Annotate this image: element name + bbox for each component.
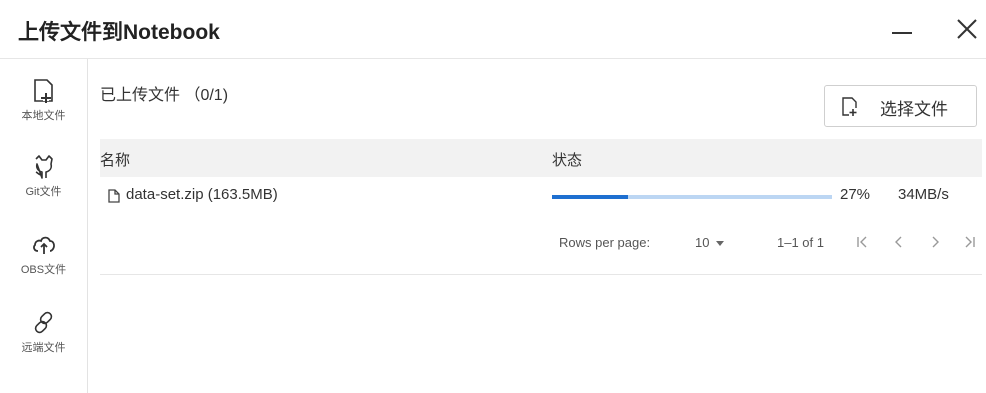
uploaded-files-title: 已上传文件 （0/1) <box>100 87 229 104</box>
source-sidebar: 本地文件 Git文件 OBS文件 远端文件 <box>0 59 88 393</box>
select-file-button[interactable]: 选择文件 <box>824 85 977 127</box>
rows-per-page-label: Rows per page: <box>559 235 651 250</box>
close-icon <box>957 19 977 39</box>
pagination: Rows per page: 10 1–1 of 1 <box>100 225 982 261</box>
file-add-icon <box>842 97 857 116</box>
table-header: 名称 状态 <box>100 139 982 177</box>
page-range: 1–1 of 1 <box>777 235 824 250</box>
sidebar-item-label: Git文件 <box>25 186 62 198</box>
rows-per-page-select[interactable]: 10 <box>695 235 709 250</box>
sidebar-item-remote-file[interactable]: 远端文件 <box>0 309 87 377</box>
local-file-upload-icon <box>33 79 53 103</box>
file-name: data-set.zip (163.5MB) <box>126 186 278 203</box>
upload-speed: 34MB/s <box>898 186 949 203</box>
close-button[interactable] <box>950 10 986 50</box>
table-divider <box>100 274 982 275</box>
file-icon <box>108 189 120 203</box>
github-icon <box>34 155 53 179</box>
select-file-label: 选择文件 <box>880 100 948 119</box>
upload-panel: 已上传文件 （0/1) 选择文件 名称 状态 data-set.zip (163… <box>88 59 986 393</box>
upload-progress-fill <box>552 195 628 199</box>
chevron-right-icon <box>932 236 939 248</box>
dialog-title: 上传文件到Notebook <box>18 21 220 44</box>
previous-page-button[interactable] <box>888 231 910 255</box>
first-page-button[interactable] <box>852 231 874 255</box>
column-header-status: 状态 <box>552 152 583 169</box>
upload-progress-bar <box>552 195 832 199</box>
minimize-button[interactable] <box>888 10 924 50</box>
title-bar: 上传文件到Notebook <box>0 0 986 58</box>
column-header-name: 名称 <box>100 152 131 169</box>
last-page-button[interactable] <box>958 231 980 255</box>
chevron-down-icon[interactable] <box>716 241 724 246</box>
link-icon <box>34 311 52 334</box>
sidebar-item-local-file[interactable]: 本地文件 <box>0 77 87 145</box>
last-page-icon <box>965 236 975 248</box>
sidebar-item-label: OBS文件 <box>20 264 67 276</box>
cloud-upload-icon <box>32 236 55 254</box>
chevron-left-icon <box>895 236 902 248</box>
minimize-icon <box>892 32 912 34</box>
sidebar-item-label: 远端文件 <box>21 342 66 354</box>
next-page-button[interactable] <box>924 231 946 255</box>
sidebar-item-git-file[interactable]: Git文件 <box>0 153 87 221</box>
sidebar-item-label: 本地文件 <box>21 110 66 122</box>
sidebar-item-obs-file[interactable]: OBS文件 <box>0 231 87 299</box>
upload-percent: 27% <box>840 186 871 203</box>
first-page-icon <box>857 236 867 248</box>
table-row: data-set.zip (163.5MB) 27% 34MB/s <box>100 177 982 215</box>
